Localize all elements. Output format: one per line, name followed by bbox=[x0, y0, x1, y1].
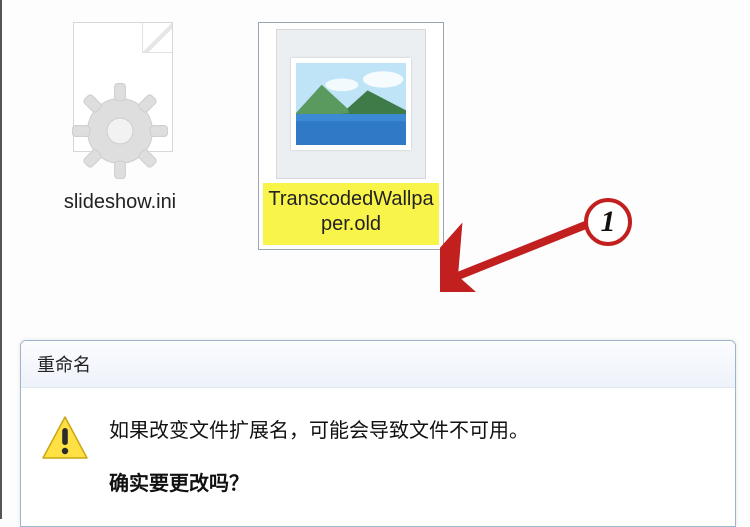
rename-dialog: 重命名 如果改变文件扩展名，可能会导致文件不可用。 确实要更改吗？ bbox=[20, 340, 736, 527]
dialog-text: 如果改变文件扩展名，可能会导致文件不可用。 确实要更改吗？ bbox=[109, 414, 529, 496]
dialog-message: 如果改变文件扩展名，可能会导致文件不可用。 bbox=[109, 414, 529, 443]
config-file-icon bbox=[55, 22, 185, 182]
warning-icon bbox=[41, 414, 89, 462]
dialog-confirm-question: 确实要更改吗？ bbox=[109, 467, 529, 496]
file-label: slideshow.ini bbox=[64, 191, 176, 213]
file-item-slideshow-ini[interactable]: slideshow.ini bbox=[30, 22, 210, 215]
annotation-arrow bbox=[440, 192, 610, 292]
dialog-title: 重命名 bbox=[21, 341, 735, 388]
file-browser-view: slideshow.ini TranscodedWallpaper.old bbox=[2, 0, 750, 340]
file-item-transcoded-wallpaper[interactable]: TranscodedWallpaper.old bbox=[258, 22, 444, 250]
image-thumbnail-icon bbox=[276, 29, 426, 179]
annotation-marker-1: 1 bbox=[584, 198, 632, 246]
file-label-editing: TranscodedWallpaper.old bbox=[263, 183, 439, 245]
